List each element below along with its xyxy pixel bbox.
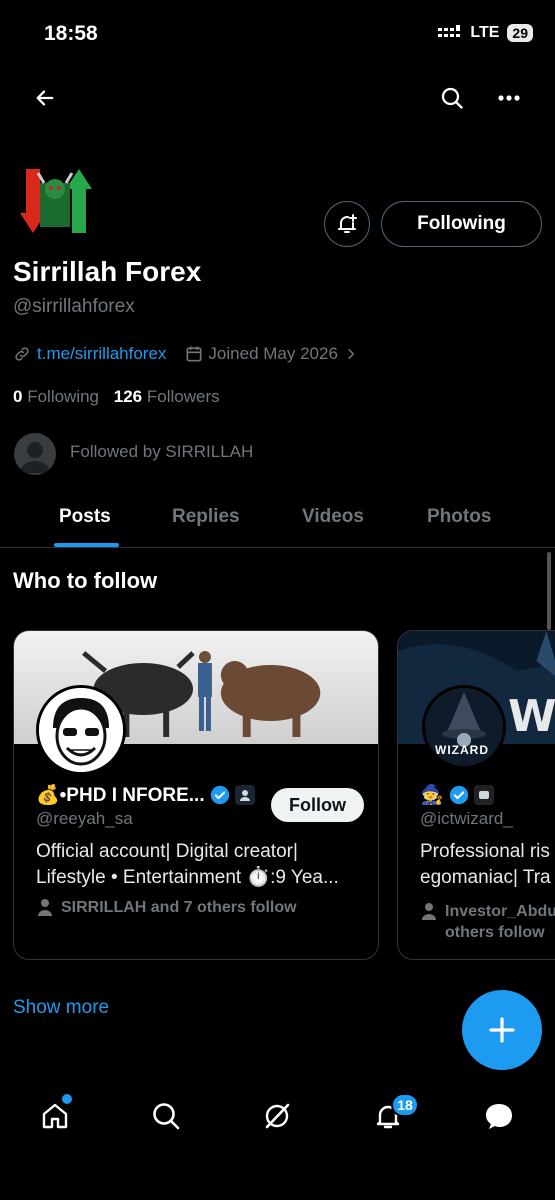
following-count: 0 [13,387,23,406]
more-button[interactable] [487,76,531,120]
suggested-user-handle: @reeyah_sa [36,809,133,828]
arrow-left-icon [36,90,54,106]
followers-count-link[interactable]: 126 Followers [114,387,220,406]
profile-tabs: Posts Replies Videos Photos [0,500,555,548]
active-tab-indicator [54,543,119,547]
suggested-user-name: 💰•PHD I NFORE... [36,785,205,806]
bottom-navigation [0,1080,555,1152]
battery-indicator: 29 [507,24,533,42]
wizard-avatar-text: WIZARD [435,743,489,757]
joined-date[interactable]: Joined May 2026 [208,344,337,364]
user-placeholder-icon [20,442,50,473]
suggested-user-bio-line1: Official account| Digital creator| [36,841,298,862]
scrollbar[interactable] [547,552,551,630]
messages-icon [486,1104,512,1129]
more-horizontal-icon [498,95,520,101]
followers-label: Followers [146,387,220,406]
search-icon [441,87,463,109]
suggested-user-card[interactable]: 💰•PHD I NFORE... Follow @reeyah_sa Offic… [13,630,379,960]
back-button[interactable] [23,76,67,120]
plus-icon [489,1017,515,1043]
affiliate-badge-icon [473,785,494,805]
verified-badge-icon [449,785,468,805]
tab-replies[interactable]: Replies [172,506,240,528]
search-button[interactable] [430,76,474,120]
profile-meta: t.me/sirrillahforex Joined May 2026 [13,344,358,364]
cartoon-face-avatar [39,688,123,772]
network-label: LTE [470,24,500,41]
suggested-user-card-2[interactable]: WI WIZARD 🧙 @ictwizard_ Professional ris… [397,630,555,960]
show-more-link[interactable]: Show more [13,997,109,1019]
mutual-followers-text-2b: others follow [445,924,545,941]
mutual-followers-2: Investor_Abdu others follow [420,901,555,943]
suggested-user-bio-line1-2: Professional ris [420,841,550,862]
followers-count: 126 [113,387,143,406]
suggested-user-name-row: 💰•PHD I NFORE... [36,783,255,807]
suggested-user-bio-line2: Lifestyle • Entertainment ⏱️:9 Yea... [36,867,339,888]
suggested-user-handle-2: @ictwizard_ [420,809,513,828]
home-unread-dot [62,1094,72,1104]
profile-link[interactable]: t.me/sirrillahforex [37,344,166,364]
tab-photos[interactable]: Photos [427,506,491,528]
card-banner-text: WI [508,691,555,742]
bell-plus-icon [338,214,357,233]
suggested-user-bio-line2-2: egomaniac| Tra [420,867,551,888]
following-button[interactable]: Following [381,201,542,247]
forex-logo-icon [20,169,92,233]
nav-search[interactable] [144,1094,188,1138]
tab-videos[interactable]: Videos [302,506,364,528]
search-icon [153,1103,180,1130]
chevron-right-icon [348,348,355,360]
profile-handle: @sirrillahforex [13,296,135,317]
profile-avatar[interactable] [18,163,94,239]
notifications-toggle-button[interactable] [324,201,370,247]
following-count-link[interactable]: 0 Following [13,387,99,406]
signal-icon [438,25,461,37]
compose-post-button[interactable] [462,990,542,1070]
follow-counts: 0 Following 126 Followers [13,387,220,407]
affiliate-badge-icon [234,785,255,805]
followed-by-text[interactable]: Followed by SIRRILLAH [70,442,253,462]
mutual-followers-text-2a: Investor_Abdu [445,903,555,920]
home-icon [42,1103,68,1129]
suggested-user-avatar[interactable] [36,685,126,775]
nav-messages[interactable] [477,1094,521,1138]
status-indicators: LTE 29 [438,24,533,42]
person-icon [38,899,52,916]
calendar-icon [186,346,202,362]
who-to-follow-title: Who to follow [13,568,158,593]
verified-badge-icon [210,785,229,805]
mutual-followers: SIRRILLAH and 7 others follow [36,897,297,918]
suggested-user-name-row-2: 🧙 [420,783,494,807]
followed-by-avatar [14,433,56,475]
profile-name: Sirrillah Forex [13,256,202,287]
nav-grok[interactable] [255,1094,299,1138]
person-icon [422,903,436,920]
following-label: Following [27,387,100,406]
link-icon [15,347,29,361]
grok-icon [265,1103,290,1129]
suggested-user-name-2: 🧙 [420,785,444,806]
follow-button[interactable]: Follow [271,788,364,822]
mutual-followers-text: SIRRILLAH and 7 others follow [61,899,297,916]
status-time: 18:58 [44,22,98,45]
tab-posts[interactable]: Posts [59,506,111,528]
notifications-count-badge: 18 [391,1093,419,1117]
